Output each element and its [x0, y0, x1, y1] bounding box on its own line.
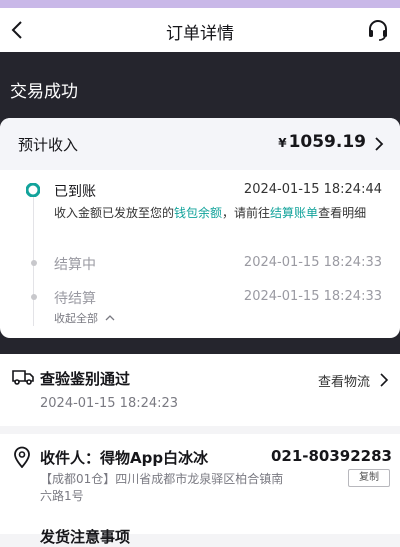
timeline-step-time: 2024-01-15 18:24:44 — [243, 182, 382, 197]
location-pin-icon — [14, 446, 30, 468]
income-amount: ¥1059.19 — [278, 132, 366, 152]
chevron-up-icon — [105, 315, 114, 321]
address-line: 六路1号 — [40, 489, 84, 503]
navigation-bar: 订单详情 — [0, 8, 400, 52]
view-logistics-link[interactable]: 查看物流 — [318, 371, 370, 390]
wallet-balance-link[interactable]: 钱包余额 — [174, 206, 222, 220]
income-header[interactable]: 预计收入 ¥1059.19 — [0, 118, 400, 170]
receiver-name: 收件人：得物App白冰冰 — [40, 449, 209, 467]
income-label: 预计收入 — [18, 136, 79, 154]
timeline-step-time: 2024-01-15 18:24:33 — [243, 289, 382, 304]
timeline-step-time: 2024-01-15 18:24:33 — [243, 255, 382, 270]
delivery-truck-icon — [12, 370, 34, 385]
settlement-bill-link[interactable]: 结算账单 — [270, 206, 318, 220]
receiver-section: 收件人：得物App白冰冰 021-80392283 【成都01仓】四川省成都市龙… — [0, 434, 400, 546]
top-decoration-strip — [0, 0, 400, 8]
income-card: 预计收入 ¥1059.19 已到账 2024-01-15 18:24:44 收入… — [0, 118, 400, 338]
receiver-phone: 021-80392283 — [270, 447, 392, 465]
desc-text: 查看明细 — [318, 206, 367, 220]
timeline-dot-icon — [31, 294, 37, 300]
copy-address-button[interactable]: 复制 — [348, 469, 390, 487]
shipping-notes-title: 发货注意事项 — [40, 528, 131, 546]
section-divider — [0, 426, 400, 434]
chevron-right-icon — [380, 373, 389, 387]
desc-text: ，请前往 — [222, 206, 271, 220]
timeline-step-title: 待结算 — [54, 291, 96, 307]
page-title: 订单详情 — [166, 24, 234, 44]
collapse-label: 收起全部 — [54, 312, 98, 325]
currency-symbol: ¥ — [278, 136, 287, 150]
desc-text: 收入金额已发放至您的 — [54, 206, 175, 220]
collapse-all-button[interactable]: 收起全部 — [54, 310, 115, 326]
income-amount-value: 1059.19 — [288, 132, 366, 152]
timeline-step-description: 收入金额已发放至您的钱包余额，请前往结算账单查看明细 — [54, 204, 384, 222]
inspection-section: 查验鉴别通过 查看物流 2024-01-15 18:24:23 — [0, 354, 400, 426]
address-line: 【成都01仓】四川省成都市龙泉驿区柏合镇南 — [40, 472, 284, 486]
timeline-step-title: 已到账 — [54, 184, 96, 200]
headset-icon[interactable] — [366, 18, 390, 42]
order-status-title: 交易成功 — [10, 82, 78, 102]
timeline-dot-icon — [31, 260, 37, 266]
inspection-time: 2024-01-15 18:24:23 — [40, 396, 179, 411]
receiver-address: 【成都01仓】四川省成都市龙泉驿区柏合镇南 六路1号 — [40, 471, 340, 505]
chevron-right-icon — [375, 137, 384, 151]
timeline-step-title: 结算中 — [54, 257, 96, 273]
inspection-title: 查验鉴别通过 — [40, 370, 131, 388]
timeline-active-dot-icon — [26, 183, 40, 197]
